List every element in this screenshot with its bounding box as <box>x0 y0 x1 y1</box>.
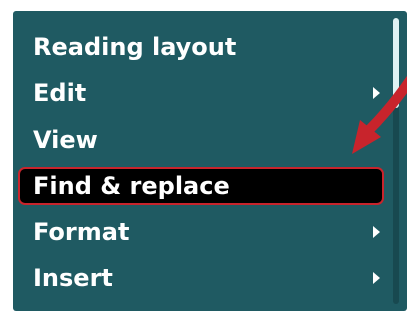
pointer-arrow-icon <box>352 75 407 154</box>
context-menu: Reading layout Edit View Find & replace … <box>13 11 407 311</box>
